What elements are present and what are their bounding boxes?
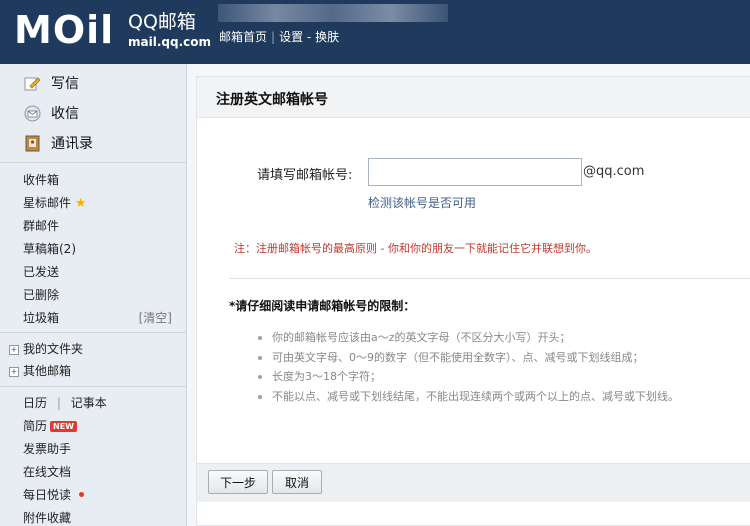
nav-mail-home[interactable]: 邮箱首页 (219, 30, 267, 44)
sidebar-item-sent[interactable]: 已发送 (23, 264, 59, 280)
pencil-icon (24, 75, 41, 92)
sidebar-item-daily[interactable]: 每日悦读 (23, 487, 85, 503)
compose-label: 写信 (51, 76, 79, 92)
register-panel: 注册英文邮箱帐号 请填写邮箱帐号: @qq.com 检测该帐号是否可用 注：注册… (196, 76, 750, 526)
panel-header: 注册英文邮箱帐号 (197, 77, 750, 118)
compose-action[interactable]: 写信 (24, 73, 79, 93)
daily-label: 每日悦读 (23, 488, 72, 502)
spam-label: 垃圾箱 (23, 311, 60, 325)
nav-settings[interactable]: 设置 (279, 30, 303, 44)
address-book-icon (24, 135, 41, 152)
contacts-action[interactable]: 通讯录 (24, 133, 93, 153)
restrictions-title: *请仔细阅读申请邮箱帐号的限制： (229, 299, 416, 313)
email-label: 请填写邮箱帐号: (257, 168, 353, 183)
button-bar: 下一步 取消 (197, 463, 750, 502)
envelope-icon (24, 105, 41, 122)
resume-label: 简历 (23, 419, 48, 433)
sidebar-item-starred[interactable]: 星标邮件 ★ (23, 195, 87, 212)
sidebar-item-invoice[interactable]: 发票助手 (23, 441, 71, 457)
email-domain-suffix: @qq.com (583, 164, 645, 179)
mail-logo[interactable]: MOil (14, 8, 114, 52)
sidebar-item-attachments[interactable]: 附件收藏 (23, 510, 71, 526)
star-icon: ★ (74, 196, 87, 211)
nav-divider: | (271, 30, 276, 44)
sidebar-item-calendar-notes: 日历 | 记事本 (23, 395, 107, 411)
sidebar-item-my-folders[interactable]: 我的文件夹 (23, 341, 83, 357)
expand-icon[interactable]: + (9, 345, 19, 355)
check-availability-link[interactable]: 检测该帐号是否可用 (368, 194, 476, 211)
list-item: 你的邮箱帐号应该由a～z的英文字母（不区分大小写）开头； (255, 328, 679, 348)
sidebar-item-other-mailboxes[interactable]: 其他邮箱 (23, 363, 71, 379)
main-content: 注册英文邮箱帐号 请填写邮箱帐号: @qq.com 检测该帐号是否可用 注：注册… (187, 64, 750, 526)
sidebar-item-group[interactable]: 群邮件 (23, 218, 59, 234)
starred-label: 星标邮件 (23, 196, 72, 210)
sidebar-item-inbox[interactable]: 收件箱 (23, 172, 59, 188)
calendar-link[interactable]: 日历 (23, 396, 47, 410)
top-header: MOil QQ邮箱 mail.qq.com 邮箱首页 | 设置 - 换肤 (0, 0, 750, 64)
sidebar-divider (0, 162, 186, 163)
inbox-label: 收信 (51, 106, 79, 122)
list-item: 不能以点、减号或下划线结尾，不能出现连续两个或两个以上的点、减号或下划线。 (255, 387, 679, 407)
email-account-input[interactable] (368, 158, 582, 186)
list-item: 可由英文字母、0～9的数字（但不能使用全数字）、点、减号或下划线组成； (255, 348, 679, 368)
sidebar-item-deleted[interactable]: 已删除 (23, 287, 59, 303)
sidebar-divider (0, 386, 186, 387)
restrictions-list: 你的邮箱帐号应该由a～z的英文字母（不区分大小写）开头； 可由英文字母、0～9的… (255, 328, 679, 406)
sidebar: 写信 收信 通讯录 收件箱 星标邮件 ★ 群邮件 草稿箱(2) 已发送 已删除 … (0, 64, 187, 526)
sidebar-item-spam[interactable]: 垃圾箱 [清空] (23, 310, 179, 326)
notes-link[interactable]: 记事本 (71, 396, 107, 410)
clear-spam-link[interactable]: [清空] (139, 310, 172, 326)
cancel-button[interactable]: 取消 (272, 470, 322, 494)
brand-name: QQ邮箱 (128, 11, 196, 33)
inbox-action[interactable]: 收信 (24, 103, 79, 123)
nav-skin[interactable]: 换肤 (315, 30, 339, 44)
link-divider: | (56, 396, 61, 410)
top-nav: 邮箱首页 | 设置 - 换肤 (219, 29, 339, 45)
contacts-label: 通讯录 (51, 136, 93, 152)
new-badge: NEW (50, 421, 77, 432)
brand-domain: mail.qq.com (128, 35, 211, 49)
page-title: 注册英文邮箱帐号 (216, 92, 328, 108)
naming-notice: 注：注册邮箱帐号的最高原则 - 你和你的朋友一下就能记住它并联想到你。 (234, 242, 597, 255)
list-item: 长度为3～18个字符； (255, 367, 679, 387)
unread-dot (79, 492, 85, 497)
nav-dash: - (306, 30, 312, 44)
expand-icon[interactable]: + (9, 367, 19, 377)
sidebar-item-drafts[interactable]: 草稿箱(2) (23, 241, 76, 257)
next-button[interactable]: 下一步 (208, 470, 268, 494)
blurred-account-info (218, 4, 448, 22)
sidebar-divider (0, 332, 186, 333)
sidebar-item-docs[interactable]: 在线文档 (23, 464, 71, 480)
sidebar-item-resume[interactable]: 简历 NEW (23, 418, 77, 434)
section-divider (229, 278, 750, 279)
